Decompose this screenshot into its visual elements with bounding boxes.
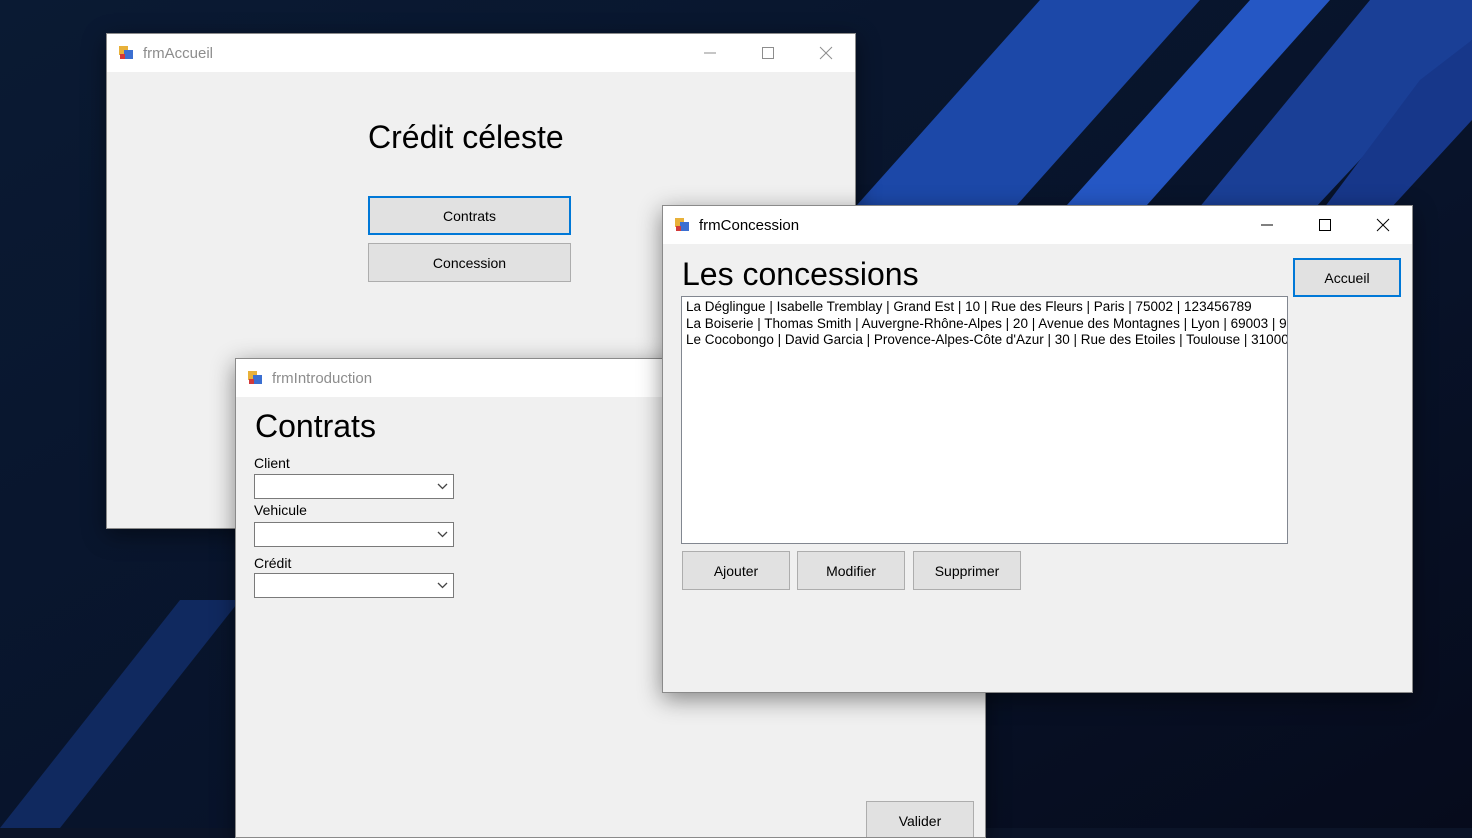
- maximize-icon: [762, 47, 774, 59]
- page-title: Crédit céleste: [368, 119, 564, 155]
- close-button[interactable]: [1354, 206, 1412, 244]
- concession-window: frmConcession Les concessions Accueil La…: [662, 205, 1413, 693]
- minimize-icon: [704, 52, 716, 54]
- credit-combobox[interactable]: [254, 573, 454, 598]
- concession-titlebar[interactable]: frmConcession: [663, 206, 1412, 244]
- close-icon: [1376, 218, 1390, 232]
- ajouter-button[interactable]: Ajouter: [682, 551, 790, 590]
- list-item[interactable]: Le Cocobongo | David Garcia | Provence-A…: [686, 332, 1287, 349]
- concession-button[interactable]: Concession: [368, 243, 571, 282]
- maximize-button[interactable]: [1296, 206, 1354, 244]
- credit-label: Crédit: [254, 555, 292, 571]
- winforms-app-icon: [248, 371, 262, 384]
- vehicule-combobox[interactable]: [254, 522, 454, 547]
- contrats-button[interactable]: Contrats: [368, 196, 571, 235]
- window-title: frmAccueil: [143, 44, 214, 62]
- concessions-listbox[interactable]: La Déglingue | Isabelle Tremblay | Grand…: [681, 296, 1288, 544]
- supprimer-button[interactable]: Supprimer: [913, 551, 1021, 590]
- minimize-icon: [1261, 224, 1273, 226]
- list-item[interactable]: La Boiserie | Thomas Smith | Auvergne-Rh…: [686, 316, 1287, 333]
- client-combobox[interactable]: [254, 474, 454, 499]
- chevron-down-icon: [437, 483, 448, 490]
- winforms-app-icon: [675, 218, 689, 231]
- accueil-button[interactable]: Accueil: [1293, 258, 1401, 297]
- accueil-titlebar[interactable]: frmAccueil: [107, 34, 855, 72]
- valider-button[interactable]: Valider: [866, 801, 974, 837]
- page-title: Les concessions: [682, 256, 919, 292]
- close-button[interactable]: [797, 34, 855, 72]
- maximize-button[interactable]: [739, 34, 797, 72]
- list-item[interactable]: La Déglingue | Isabelle Tremblay | Grand…: [686, 299, 1283, 316]
- maximize-icon: [1319, 219, 1331, 231]
- modifier-button[interactable]: Modifier: [797, 551, 905, 590]
- minimize-button[interactable]: [1238, 206, 1296, 244]
- chevron-down-icon: [437, 531, 448, 538]
- winforms-app-icon: [119, 46, 133, 59]
- window-title: frmConcession: [699, 216, 800, 234]
- client-label: Client: [254, 455, 290, 471]
- window-title: frmIntroduction: [272, 369, 373, 387]
- minimize-button[interactable]: [681, 34, 739, 72]
- chevron-down-icon: [437, 582, 448, 589]
- page-title: Contrats: [255, 408, 376, 444]
- close-icon: [819, 46, 833, 60]
- vehicule-label: Vehicule: [254, 502, 307, 518]
